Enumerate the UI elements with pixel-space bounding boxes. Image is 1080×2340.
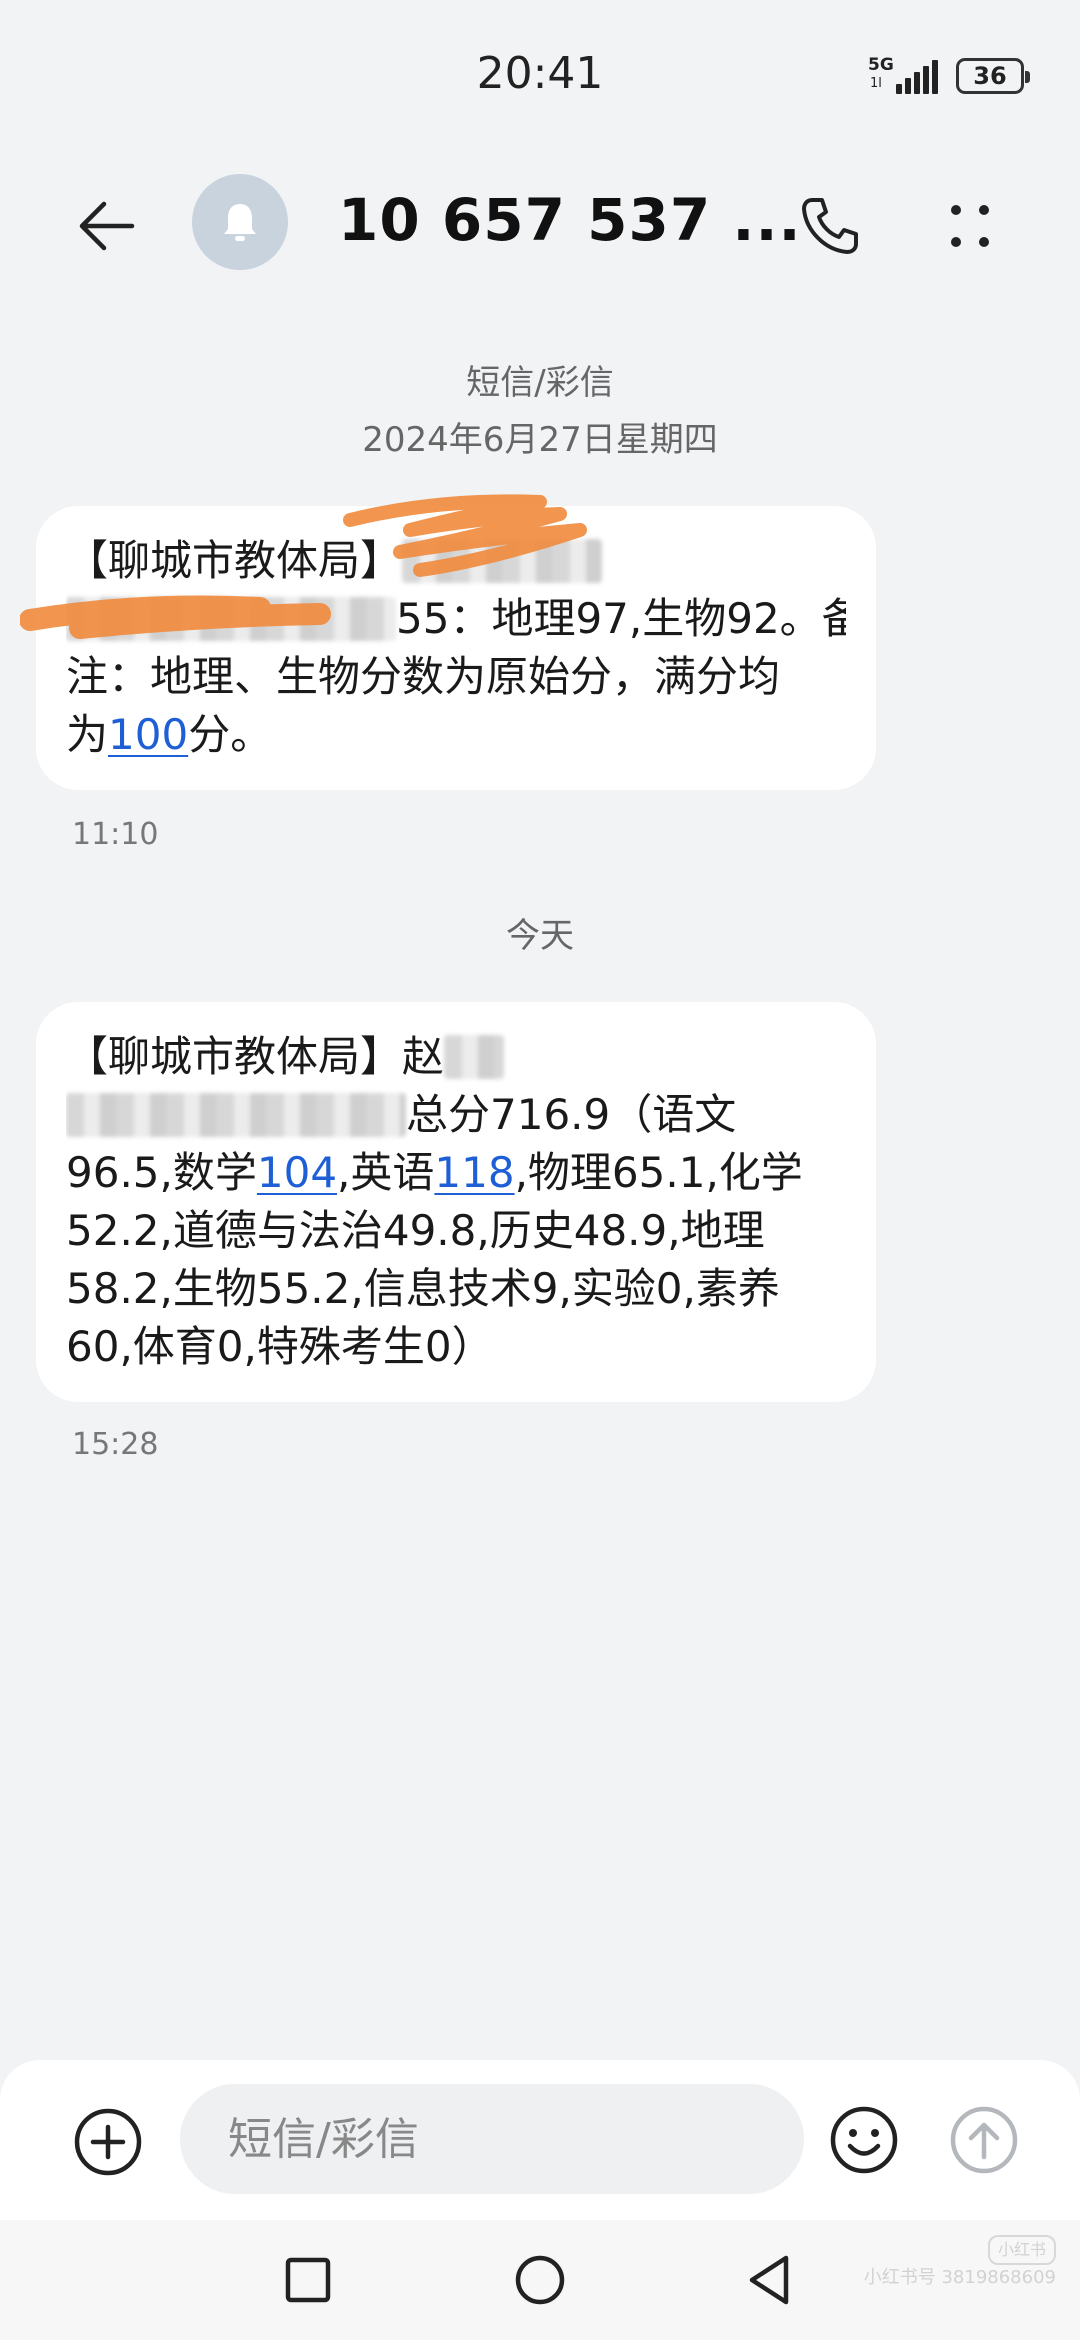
message-line: 总分716.9（语文 [66,1086,846,1144]
message-text: 赵 [402,1032,445,1081]
arrow-up-circle-icon [950,2106,1018,2174]
date-header: 今天 [506,916,574,956]
number-link[interactable]: 118 [434,1148,514,1197]
plus-circle-icon [74,2108,142,2176]
message-text: 总分716.9（语文 [406,1090,737,1139]
status-indicators: 5G 1l 36 [868,56,1030,96]
network-activity: 1l [870,76,882,91]
battery-level: 36 [973,62,1007,90]
message-line: 为100分。 [66,706,846,764]
message-bubble[interactable]: 【聊城市教体局】赵 总分716.9（语文 96.5,数学104,英语118,物理… [36,1002,876,1402]
square-icon [285,2257,331,2303]
signal-bars [896,60,938,94]
add-attachment-button[interactable] [70,2104,146,2180]
signal-icon: 5G 1l [868,56,942,96]
sender-tag: 【聊城市教体局】 [66,1032,403,1081]
composer-bar [0,2060,1080,2220]
message-line: 【聊城市教体局】 [66,532,846,590]
smiley-icon [830,2106,898,2174]
redacted-text [444,1035,505,1079]
home-button[interactable] [504,2244,576,2316]
call-button[interactable] [790,186,870,266]
message-text: ,物理65.1,化学 [514,1148,803,1197]
status-bar: 20:41 5G 1l 36 [0,0,1080,150]
messages-screen: 20:41 5G 1l 36 10 657 537 ... 短信/彩信 2024… [0,0,1080,2340]
message-line: 60,体育0,特殊考生0） [66,1322,494,1371]
message-line: 55：地理97,生物92。备 [66,590,846,648]
watermark-logo: 小红书 [987,2235,1056,2265]
message-text: 为 [66,710,109,759]
send-button[interactable] [946,2102,1022,2178]
message-line: 52.2,道德与法治49.8,历史48.9,地理 [66,1206,765,1255]
back-button[interactable] [68,188,144,264]
message-text: 55：地理97,生物92。备 [396,594,846,643]
avatar[interactable] [192,174,288,270]
circle-icon [515,2255,565,2305]
triangle-back-icon [749,2255,789,2305]
arrow-left-icon [79,201,135,251]
redacted-text [402,539,603,583]
watermark-text: 小红书号 3819868609 [863,2267,1056,2288]
contact-name[interactable]: 10 657 537 ... [338,186,802,254]
redacted-text [66,1093,406,1137]
message-text: 分。 [188,710,273,759]
message-line: 【聊城市教体局】赵 [66,1028,846,1086]
message-text: ,英语 [337,1148,435,1197]
more-dots-icon [951,205,989,247]
message-time: 15:28 [72,1427,159,1462]
recents-button[interactable] [272,2244,344,2316]
redacted-text [66,597,396,641]
channel-label: 短信/彩信 [466,363,614,403]
number-link[interactable]: 100 [108,710,188,759]
more-options-button[interactable] [930,186,1010,266]
watermark: 小红书 小红书号 3819868609 [864,2235,1056,2291]
date-header: 2024年6月27日星期四 [362,420,718,460]
message-text: 96.5,数学 [66,1148,257,1197]
message-line: 96.5,数学104,英语118,物理65.1,化学 [66,1144,846,1202]
number-link[interactable]: 104 [257,1148,337,1197]
message-line: 58.2,生物55.2,信息技术9,实验0,素养 [66,1264,780,1313]
battery-icon: 36 [956,58,1030,94]
emoji-button[interactable] [826,2102,902,2178]
network-type: 5G [868,55,894,75]
bell-icon [224,204,256,241]
message-line: 注：地理、生物分数为原始分，满分均 [66,652,781,701]
phone-icon [802,198,858,254]
message-bubble[interactable]: 【聊城市教体局】 55：地理97,生物92。备 注：地理、生物分数为原始分，满分… [36,506,876,790]
back-nav-button[interactable] [734,2244,806,2316]
message-time: 11:10 [72,817,159,852]
sender-tag: 【聊城市教体局】 [66,536,403,585]
conversation-header: 10 657 537 ... [0,150,1080,300]
message-input[interactable] [180,2084,804,2194]
